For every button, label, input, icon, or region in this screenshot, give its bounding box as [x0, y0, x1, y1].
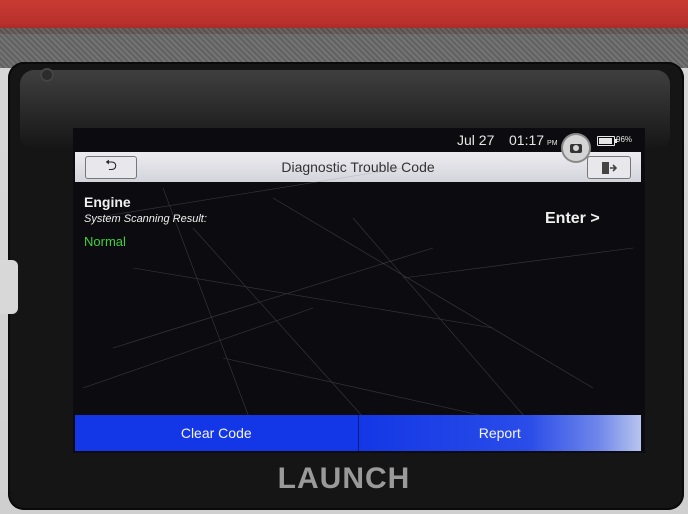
status-time-value: 01:17: [509, 132, 545, 148]
exit-door-icon: [602, 161, 617, 174]
bezel-sensor-icon: [40, 68, 54, 82]
page-title: Diagnostic Trouble Code: [281, 159, 435, 175]
side-clip: [0, 260, 18, 314]
status-ampm: PM: [547, 140, 558, 147]
action-bar: Clear Code Report: [75, 415, 641, 451]
photo-frame: Jul 27 01:17 PM 96% ⮌ Diagnostic Trouble …: [0, 0, 688, 514]
report-button[interactable]: Report: [357, 415, 641, 451]
status-time: 01:17 PM: [509, 132, 558, 148]
device-screen: Jul 27 01:17 PM 96% ⮌ Diagnostic Trouble …: [73, 128, 645, 453]
scan-status: Normal: [84, 234, 126, 249]
exit-button[interactable]: [587, 156, 631, 179]
clear-code-button[interactable]: Clear Code: [75, 415, 358, 451]
back-arrow-icon: ⮌: [104, 157, 117, 174]
scan-result-panel: Engine System Scanning Result: Normal En…: [73, 184, 645, 414]
back-button[interactable]: ⮌: [85, 156, 137, 179]
status-bar: Jul 27 01:17 PM 96%: [73, 128, 645, 152]
title-bar: ⮌ Diagnostic Trouble Code: [75, 152, 641, 182]
status-date: Jul 27: [457, 132, 495, 148]
system-name: Engine: [84, 194, 131, 210]
brand-logo: LAUNCH: [277, 462, 411, 495]
scan-result-label: System Scanning Result:: [84, 213, 207, 225]
battery-percent: 96%: [616, 135, 633, 144]
screenshot-camera-icon[interactable]: [563, 135, 589, 161]
enter-button[interactable]: Enter >: [545, 210, 600, 228]
battery-icon: [597, 136, 617, 146]
